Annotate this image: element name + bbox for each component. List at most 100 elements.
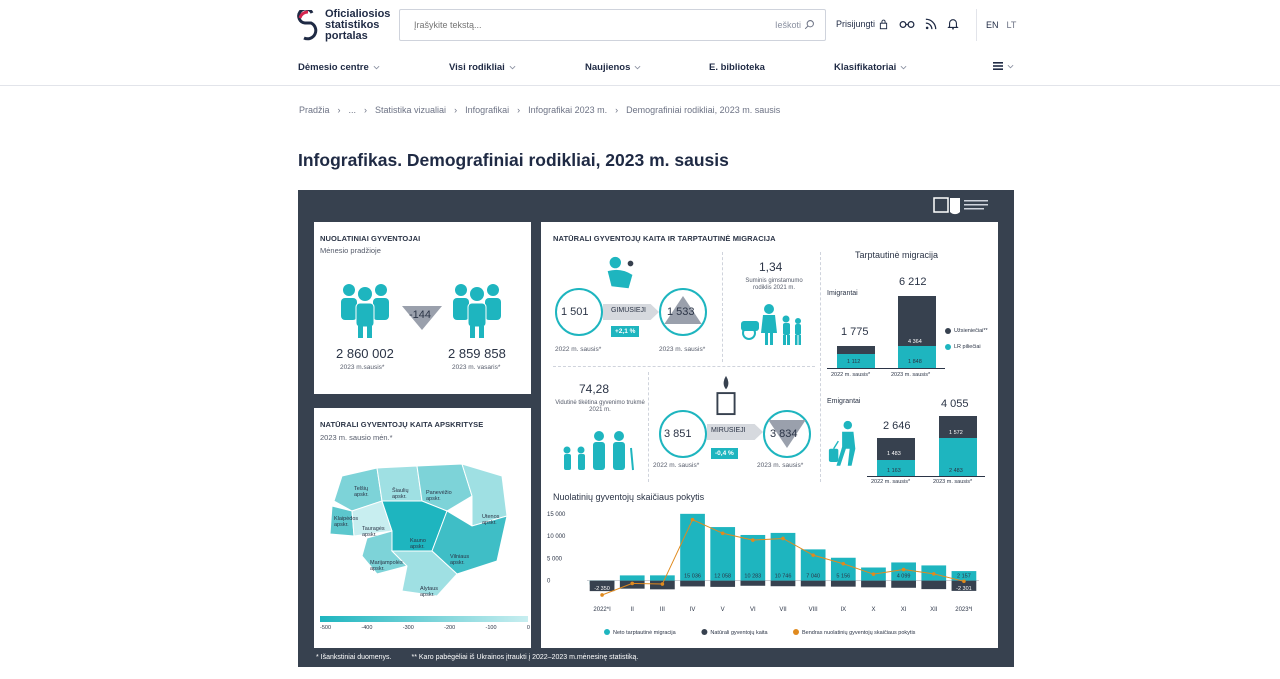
region-label: Marijampolės apskr. bbox=[370, 560, 403, 572]
total-change-point bbox=[841, 561, 846, 566]
emigrants-label: Emigrantai bbox=[827, 398, 861, 405]
life-expectancy-value: 74,28 bbox=[579, 382, 610, 396]
region-label: Vilniaus apskr. bbox=[450, 554, 470, 566]
population-delta: -144 bbox=[409, 309, 432, 321]
migration-bar bbox=[650, 575, 675, 581]
scale-tick: -200 bbox=[444, 625, 456, 631]
logo-icon bbox=[297, 9, 318, 40]
population-feb-value: 2 859 858 bbox=[448, 346, 506, 361]
region-label: Kauno apskr. bbox=[410, 538, 426, 550]
emigrants-2023-bar bbox=[939, 416, 977, 476]
natural-change-bar bbox=[891, 580, 916, 588]
population-subtitle: Mėnesio pradžioje bbox=[320, 246, 381, 255]
menu-icon bbox=[993, 62, 1003, 70]
bell-icon[interactable] bbox=[947, 18, 959, 30]
breadcrumb-ellipsis[interactable]: ... bbox=[349, 105, 357, 115]
legend-swatch bbox=[701, 629, 708, 635]
immigrants-2023-lt: 1 848 bbox=[908, 359, 922, 365]
natural-change-bar bbox=[861, 580, 886, 588]
region-label: Šiaulių apskr. bbox=[392, 488, 409, 500]
family-icon bbox=[741, 304, 801, 345]
x-tick-label: VII bbox=[779, 607, 787, 613]
nav-item-indicators[interactable]: Visi rodikliai bbox=[449, 62, 516, 73]
immigrants-2023-total: 6 212 bbox=[899, 276, 927, 288]
migration-title: Tarptautinė migracija bbox=[855, 250, 939, 260]
breadcrumb-item[interactable]: Infografikai bbox=[465, 105, 509, 115]
population-feb-label: 2023 m. vasaris* bbox=[452, 364, 501, 371]
migration-data-label: 15 036 bbox=[684, 574, 701, 580]
search-input[interactable] bbox=[400, 20, 760, 30]
legend-swatch bbox=[945, 328, 951, 334]
breadcrumb-item[interactable]: Statistika vizualiai bbox=[375, 105, 446, 115]
region-label: Klaipėdos apskr. bbox=[334, 516, 359, 528]
infographic: NUOLATINIAI GYVENTOJAI Mėnesio pradžioje… bbox=[298, 190, 1014, 667]
legend-foreign: Užsieniečiai** bbox=[945, 328, 988, 334]
breadcrumb-separator: › bbox=[517, 105, 521, 115]
site-logo[interactable]: Oficialiosios statistikos portalas bbox=[297, 9, 390, 42]
region-label: Utenos apskr. bbox=[482, 514, 500, 526]
login-link[interactable]: Prisijungti bbox=[836, 18, 889, 30]
baby-icon bbox=[607, 256, 634, 289]
breadcrumb-current: Demografiniai rodikliai, 2023 m. sausis bbox=[626, 105, 781, 115]
scale-tick: -300 bbox=[402, 625, 414, 631]
migration-data-label: 4 099 bbox=[897, 574, 911, 580]
x-tick-label: II bbox=[631, 607, 635, 613]
emigrants-2023-total: 4 055 bbox=[941, 398, 969, 410]
x-tick-label: VI bbox=[750, 607, 756, 613]
nav-item-library[interactable]: E. biblioteka bbox=[709, 62, 765, 73]
migration-data-label: 10 746 bbox=[775, 574, 792, 580]
emigrants-2022-lt: 1 163 bbox=[887, 468, 901, 474]
breadcrumb: Pradžia › ... › Statistika vizualiai › Info… bbox=[299, 105, 780, 115]
y-tick-label: 5 000 bbox=[547, 556, 563, 562]
legend-label: Užsieniečiai** bbox=[954, 328, 988, 334]
deaths-2022-value: 3 851 bbox=[664, 428, 692, 440]
scale-tick: -500 bbox=[320, 625, 332, 631]
total-change-point bbox=[871, 572, 876, 576]
migration-data-label: 7 040 bbox=[806, 574, 820, 580]
x-tick-label: III bbox=[660, 607, 665, 613]
births-label: GIMUSIEJI bbox=[611, 307, 647, 314]
lang-lt-link[interactable]: LT bbox=[1007, 20, 1017, 30]
lang-en-link[interactable]: EN bbox=[986, 20, 999, 30]
legend-lt: LR piliečiai bbox=[945, 344, 981, 350]
region-label: Alytaus apskr. bbox=[420, 586, 439, 598]
migration-axis bbox=[867, 476, 985, 477]
generations-icon bbox=[563, 431, 634, 471]
page-title: Infografikas. Demografiniai rodikliai, 2… bbox=[298, 150, 729, 170]
people-group-icon bbox=[453, 284, 501, 338]
total-change-point bbox=[901, 567, 906, 572]
search-button-label: Ieškoti bbox=[774, 19, 801, 30]
hamburger-menu[interactable] bbox=[993, 62, 1014, 70]
people-group-icon bbox=[341, 284, 389, 338]
deaths-label: MIRUSIEJI bbox=[711, 427, 746, 434]
immigrants-2023-foreign: 4 364 bbox=[908, 339, 922, 345]
population-title: NUOLATINIAI GYVENTOJAI bbox=[320, 234, 421, 243]
breadcrumb-home[interactable]: Pradžia bbox=[299, 105, 330, 115]
births-2023-value: 1 533 bbox=[667, 306, 695, 318]
x-tick-label: IX bbox=[840, 607, 846, 613]
candle-icon bbox=[716, 375, 736, 416]
map-scale-labels: -500 -400 -300 -200 -100 0 bbox=[320, 625, 530, 631]
breadcrumb-item[interactable]: Infografikai 2023 m. bbox=[528, 105, 607, 115]
emigrants-2023-date: 2023 m. sausis* bbox=[933, 479, 973, 485]
x-tick-label: X bbox=[871, 607, 875, 613]
x-tick-label: VIII bbox=[809, 607, 818, 613]
nav-item-classifiers[interactable]: Klasifikatoriai bbox=[834, 62, 907, 73]
rss-icon[interactable] bbox=[925, 18, 937, 30]
fertility-label: Suminis gimstamumo rodiklis 2021 m. bbox=[745, 278, 803, 291]
natural-change-bar bbox=[921, 580, 947, 590]
natural-change-card: NATŪRALI GYVENTOJŲ KAITA IR TARPTAUTINĖ … bbox=[541, 222, 998, 648]
search-icon bbox=[804, 20, 814, 30]
nav-label: Klasifikatoriai bbox=[834, 62, 897, 73]
chevron-down-icon bbox=[1007, 64, 1014, 68]
search-button[interactable]: Ieškoti bbox=[775, 19, 815, 30]
footnote-preliminary: * Išankstiniai duomenys. bbox=[316, 653, 392, 661]
nav-label: E. biblioteka bbox=[709, 62, 765, 73]
accessibility-glasses-icon[interactable] bbox=[899, 19, 915, 30]
immigrants-label: Imigrantai bbox=[827, 290, 858, 297]
life-expectancy-label: Vidutinė tikėtina gyvenimo trukmė 2021 m… bbox=[555, 400, 645, 413]
immigrants-2022-date: 2022 m. sausis* bbox=[831, 372, 871, 378]
nav-item-focus[interactable]: Dėmesio centre bbox=[298, 62, 380, 73]
nav-item-news[interactable]: Naujienos bbox=[585, 62, 641, 73]
legend-swatch bbox=[604, 629, 610, 635]
